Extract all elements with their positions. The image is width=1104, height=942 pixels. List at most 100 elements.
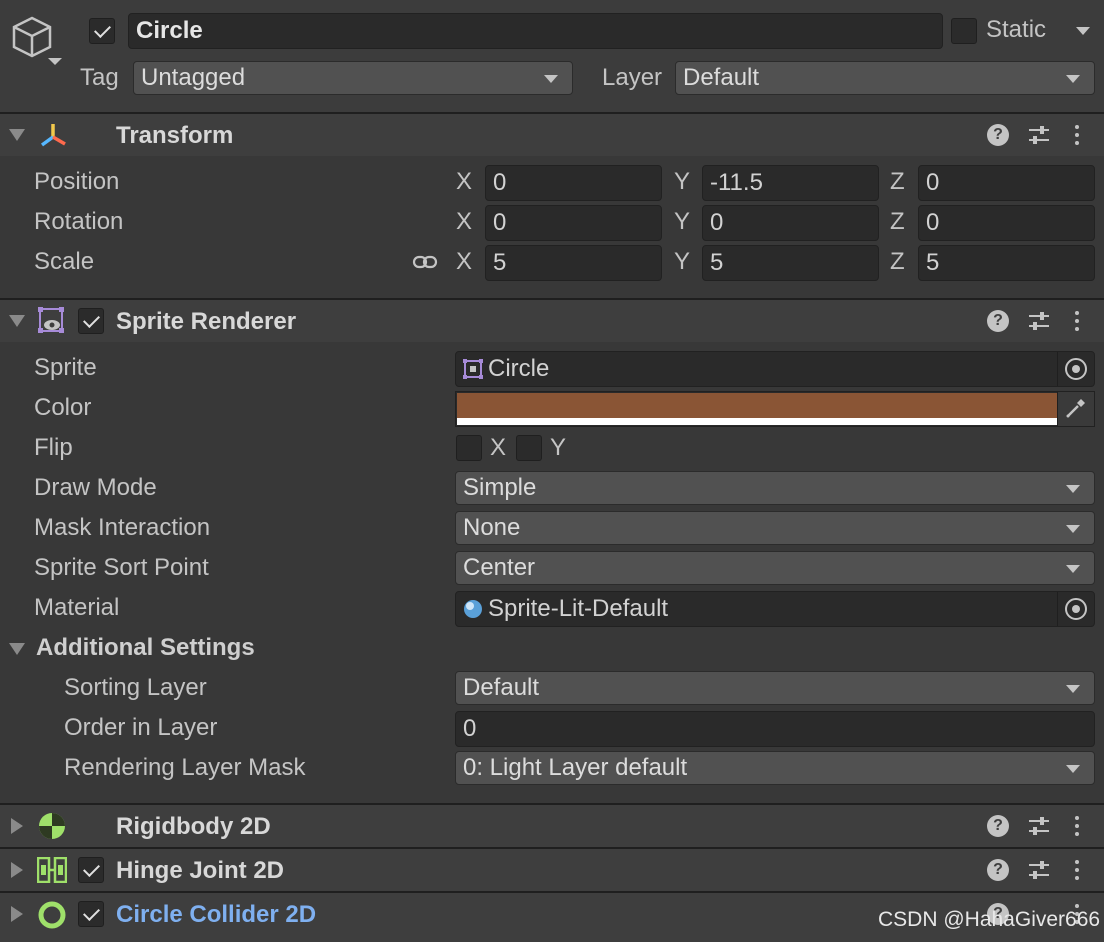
transform-icon <box>40 124 66 147</box>
chevron-down-icon <box>1066 685 1080 693</box>
rotation-z-field[interactable]: 0 <box>918 205 1095 241</box>
rendering-layer-mask-value: 0: Light Layer default <box>463 754 688 781</box>
color-label: Color <box>34 394 92 421</box>
layer-value: Default <box>683 64 760 91</box>
context-menu-icon[interactable] <box>1075 311 1079 335</box>
context-menu-icon[interactable] <box>1075 125 1079 149</box>
sprite-renderer-title: Sprite Renderer <box>116 308 297 335</box>
context-menu-icon[interactable] <box>1075 860 1079 884</box>
static-checkbox[interactable] <box>951 18 977 44</box>
scale-label: Scale <box>34 248 95 275</box>
object-picker-button[interactable] <box>1057 352 1094 386</box>
scale-z-field[interactable]: 5 <box>918 245 1095 281</box>
object-name-input[interactable]: Circle <box>128 13 943 49</box>
rendering-layer-mask-dropdown[interactable]: 0: Light Layer default <box>455 751 1095 785</box>
chevron-down-icon <box>1066 485 1080 493</box>
eyedropper-button[interactable] <box>1057 392 1094 426</box>
sprite-sort-point-value: Center <box>463 554 536 581</box>
order-in-layer-field[interactable]: 0 <box>455 711 1095 747</box>
cube-icon[interactable] <box>8 14 66 70</box>
static-dropdown-arrow[interactable] <box>1076 27 1090 35</box>
active-checkbox[interactable] <box>89 18 115 44</box>
foldout-arrow[interactable] <box>9 643 25 655</box>
sprite-object-field[interactable]: Circle <box>455 351 1095 387</box>
transform-scale-row: Scale X 5 Y 5 Z 5 <box>0 244 1104 282</box>
draw-mode-label: Draw Mode <box>34 474 157 501</box>
chevron-down-icon <box>1066 565 1080 573</box>
hinge-joint-enabled-checkbox[interactable] <box>78 857 104 883</box>
transform-title: Transform <box>116 122 234 149</box>
color-swatch[interactable] <box>457 393 1057 418</box>
sorting-layer-label: Sorting Layer <box>64 674 207 701</box>
axis-x-label: X <box>456 168 473 195</box>
context-menu-icon[interactable] <box>1075 816 1079 840</box>
circle-collider-icon <box>38 901 66 929</box>
sprite-renderer-header[interactable]: Sprite Renderer ? <box>0 300 1104 342</box>
tag-dropdown[interactable]: Untagged <box>133 61 573 95</box>
material-object-field[interactable]: Sprite-Lit-Default <box>455 591 1095 627</box>
gameobject-header: Circle Static Tag Untagged Layer Default <box>0 0 1104 112</box>
foldout-arrow[interactable] <box>11 818 23 834</box>
axis-y-label: Y <box>674 168 691 195</box>
preset-icon[interactable] <box>1027 309 1051 333</box>
position-z-field[interactable]: 0 <box>918 165 1095 201</box>
position-x-field[interactable]: 0 <box>485 165 662 201</box>
sprite-renderer-enabled-checkbox[interactable] <box>78 308 104 334</box>
foldout-arrow[interactable] <box>11 862 23 878</box>
preset-icon[interactable] <box>1027 123 1051 147</box>
chevron-down-icon <box>1066 525 1080 533</box>
axis-x-label: X <box>456 248 473 275</box>
object-picker-icon <box>1065 598 1087 620</box>
help-icon[interactable]: ? <box>987 859 1009 881</box>
help-icon[interactable]: ? <box>987 310 1009 332</box>
order-in-layer-label: Order in Layer <box>64 714 218 741</box>
static-label: Static <box>986 16 1047 43</box>
chevron-down-icon <box>1066 75 1080 83</box>
rotation-x-field[interactable]: 0 <box>485 205 662 241</box>
mask-interaction-dropdown[interactable]: None <box>455 511 1095 545</box>
circle-collider-enabled-checkbox[interactable] <box>78 901 104 927</box>
preset-icon[interactable] <box>1027 814 1051 838</box>
axis-y-label: Y <box>674 248 691 275</box>
link-icon[interactable] <box>412 252 438 272</box>
draw-mode-dropdown[interactable]: Simple <box>455 471 1095 505</box>
circle-collider-2d-title[interactable]: Circle Collider 2D <box>116 901 316 929</box>
draw-mode-value: Simple <box>463 474 537 501</box>
rigidbody-2d-header[interactable]: Rigidbody 2D ? <box>0 805 1104 847</box>
transform-header[interactable]: Transform ? <box>0 114 1104 156</box>
object-picker-button[interactable] <box>1057 592 1094 626</box>
mask-interaction-value: None <box>463 514 521 541</box>
sprite-renderer-icon <box>38 307 64 333</box>
layer-dropdown[interactable]: Default <box>675 61 1095 95</box>
flip-y-label: Y <box>550 434 567 461</box>
rotation-y-field[interactable]: 0 <box>702 205 879 241</box>
tag-value: Untagged <box>141 64 246 91</box>
position-y-field[interactable]: -11.5 <box>702 165 879 201</box>
position-label: Position <box>34 168 120 195</box>
help-icon[interactable]: ? <box>987 124 1009 146</box>
rigidbody-icon <box>39 813 65 839</box>
color-field[interactable] <box>455 391 1095 427</box>
watermark: CSDN @HahaGiver666 <box>878 908 1101 931</box>
foldout-arrow[interactable] <box>11 906 23 922</box>
material-value: Sprite-Lit-Default <box>488 595 669 622</box>
sprite-label: Sprite <box>34 354 97 381</box>
foldout-arrow[interactable] <box>9 315 25 327</box>
flip-y-checkbox[interactable] <box>516 435 542 461</box>
sprite-sort-point-dropdown[interactable]: Center <box>455 551 1095 585</box>
material-sphere-icon <box>464 600 482 618</box>
help-icon[interactable]: ? <box>987 815 1009 837</box>
eyedropper-icon <box>1066 399 1085 418</box>
hinge-joint-2d-header[interactable]: Hinge Joint 2D ? <box>0 849 1104 891</box>
sprite-sort-point-label: Sprite Sort Point <box>34 554 209 581</box>
scale-x-field[interactable]: 5 <box>485 245 662 281</box>
preset-icon[interactable] <box>1027 858 1051 882</box>
sorting-layer-dropdown[interactable]: Default <box>455 671 1095 705</box>
rotation-label: Rotation <box>34 208 124 235</box>
additional-settings-foldout[interactable]: Additional Settings <box>36 634 255 662</box>
sprite-value: Circle <box>488 355 550 382</box>
foldout-arrow[interactable] <box>9 129 25 141</box>
scale-y-field[interactable]: 5 <box>702 245 879 281</box>
flip-x-checkbox[interactable] <box>456 435 482 461</box>
alpha-bar <box>457 418 1057 425</box>
